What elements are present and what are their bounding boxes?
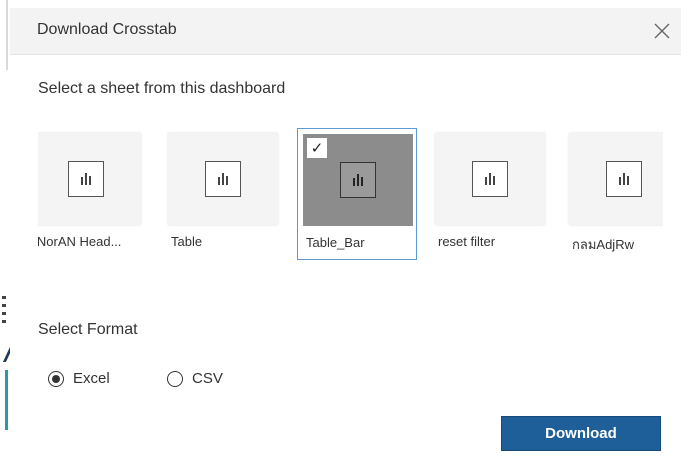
sheet-thumbnail bbox=[38, 133, 141, 225]
sheet-thumbnail bbox=[168, 133, 278, 225]
radio-button[interactable] bbox=[167, 370, 183, 387]
sheet-option-3[interactable]: ✓ Table_Bar bbox=[297, 128, 417, 260]
sheet-thumbnail bbox=[435, 133, 545, 225]
format-option-label: CSV bbox=[192, 370, 223, 387]
sheet-option-4[interactable]: reset filter bbox=[430, 128, 550, 260]
sheet-name: lNorAN Head... bbox=[38, 234, 122, 249]
sheet-option-1[interactable]: lNorAN Head... bbox=[38, 128, 146, 260]
bar-chart-icon bbox=[68, 161, 104, 197]
dialog-header: Download Crosstab bbox=[10, 8, 681, 55]
bar-chart-icon bbox=[205, 161, 241, 197]
radio-button-selected[interactable] bbox=[48, 370, 64, 387]
sheet-option-2[interactable]: Table bbox=[163, 128, 283, 260]
close-icon bbox=[654, 23, 670, 39]
sheet-name: Table_Bar bbox=[306, 235, 365, 250]
background-dots bbox=[2, 296, 6, 324]
download-button[interactable]: Download bbox=[501, 416, 661, 451]
sheet-thumbnail bbox=[569, 133, 663, 225]
sheet-name: reset filter bbox=[438, 234, 496, 249]
radio-dot bbox=[52, 374, 60, 383]
bar-chart-icon bbox=[472, 161, 508, 197]
format-option-csv[interactable]: CSV bbox=[167, 370, 223, 387]
background-page-edge bbox=[0, 0, 19, 465]
sheet-name: Table bbox=[171, 234, 203, 249]
sheet-option-5[interactable]: กลมAdjRw bbox=[564, 128, 663, 260]
format-option-label: Excel bbox=[73, 370, 110, 387]
background-accent bbox=[5, 370, 8, 430]
bar-chart-icon bbox=[340, 162, 376, 198]
close-button[interactable] bbox=[647, 16, 677, 46]
sheet-name: กลมAdjRw bbox=[572, 237, 634, 252]
format-option-excel[interactable]: Excel bbox=[48, 370, 110, 387]
bar-chart-icon bbox=[606, 161, 642, 197]
download-crosstab-dialog: Download Crosstab Select a sheet from th… bbox=[10, 8, 681, 465]
format-section-label: Select Format bbox=[38, 321, 138, 338]
dialog-title: Download Crosstab bbox=[37, 21, 177, 38]
background-divider bbox=[6, 0, 8, 70]
sheets-section-label: Select a sheet from this dashboard bbox=[38, 80, 286, 97]
sheet-thumbnail-list: lNorAN Head... Table ✓ Table_Bar reset f… bbox=[38, 124, 663, 266]
check-icon: ✓ bbox=[307, 138, 327, 158]
